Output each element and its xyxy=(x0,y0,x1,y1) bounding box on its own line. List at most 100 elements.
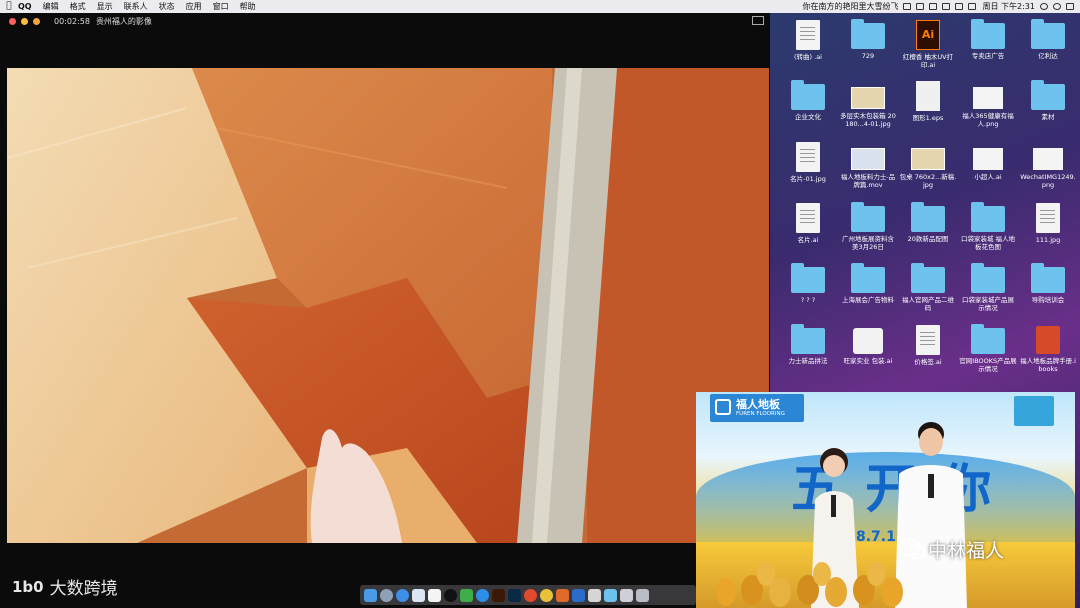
desktop-folder[interactable]: 20款新品配图 xyxy=(898,202,958,263)
wifi-icon[interactable] xyxy=(942,3,951,10)
photoshop-icon[interactable] xyxy=(508,588,521,602)
playback-time: 00:02:58 xyxy=(54,16,90,26)
video-frame[interactable] xyxy=(7,68,769,543)
brand-banner: 福人地板 FUREN FLOORING xyxy=(710,394,804,422)
desktop-file[interactable]: 小超人.ai xyxy=(958,141,1018,202)
desktop-folder[interactable]: 素材 xyxy=(1018,80,1078,141)
desktop-icon-grid: (转曲) .ai 729 Ai 红檀香 柚木UV打印.ai 专卖店广告 亿利达 企… xyxy=(778,19,1078,385)
folder-label: 力士新品拼法 xyxy=(788,357,828,365)
ibooks-file-icon xyxy=(1036,326,1060,354)
zoom-button[interactable] xyxy=(33,17,40,25)
desktop-file[interactable]: 名片-01.jpg xyxy=(778,141,838,202)
document-icon xyxy=(796,203,820,233)
desktop-folder[interactable]: 导购培训会 xyxy=(1018,263,1078,324)
menu-item-view[interactable]: 显示 xyxy=(97,0,113,13)
menu-item-edit[interactable]: 编辑 xyxy=(43,0,59,13)
qq-icon[interactable] xyxy=(444,588,457,602)
image-file-icon xyxy=(1033,148,1063,170)
desktop-folder[interactable]: 亿利达 xyxy=(1018,19,1078,80)
desktop-file[interactable]: 名片.ai xyxy=(778,202,838,263)
folder-icon xyxy=(851,19,885,49)
menu-item-help[interactable]: 帮助 xyxy=(240,0,256,13)
menu-item-qq[interactable]: QQ xyxy=(18,0,32,13)
desktop-file[interactable]: 福人365健康有福人.png xyxy=(958,80,1018,141)
desktop-folder[interactable]: 专卖店广告 xyxy=(958,19,1018,80)
watermark-text: 中林福人 xyxy=(928,536,1004,563)
file-label: 图形1.eps xyxy=(912,114,944,122)
illustrator-icon[interactable] xyxy=(492,588,505,602)
pages-icon[interactable] xyxy=(556,588,569,602)
eps-file-icon xyxy=(916,81,940,111)
menu-item-format[interactable]: 格式 xyxy=(70,0,86,13)
desktop-folder[interactable]: 上海展会广告物料 xyxy=(838,263,898,324)
menu-item-contacts[interactable]: 联系人 xyxy=(124,0,148,13)
finder-icon[interactable] xyxy=(364,588,377,602)
preview-icon[interactable] xyxy=(588,588,601,602)
desktop-folder[interactable]: 企业文化 xyxy=(778,80,838,141)
file-label: 名片-01.jpg xyxy=(790,175,826,183)
desktop-file[interactable]: 福人地板品牌手册.ibooks xyxy=(1018,324,1078,385)
desktop-folder[interactable]: 729 xyxy=(838,19,898,80)
safari-icon[interactable] xyxy=(396,588,409,602)
illustrator-file-icon: Ai xyxy=(916,20,940,50)
calendar-icon[interactable] xyxy=(428,588,441,602)
desktop-file[interactable]: 价格签.ai xyxy=(898,324,958,385)
picture-in-picture-icon[interactable] xyxy=(752,16,764,25)
brand-subtitle: FUREN FLOORING xyxy=(736,411,785,417)
file-label: 红檀香 柚木UV打印.ai xyxy=(902,53,954,69)
menu-item-status[interactable]: 状态 xyxy=(159,0,175,13)
weibo-icon[interactable] xyxy=(524,588,537,602)
folder-icon xyxy=(1031,19,1065,49)
keynote-file-icon xyxy=(853,328,883,354)
menubar-clock[interactable]: 周日 下午2:31 xyxy=(982,0,1035,13)
desktop-file[interactable]: (转曲) .ai xyxy=(778,19,838,80)
watermark-brand: 1b0 大数跨境 xyxy=(12,574,118,600)
watermark-label: 中林福人 xyxy=(928,540,1005,562)
folder-dock-icon[interactable] xyxy=(604,588,617,602)
desktop-folder[interactable]: ? ? ? xyxy=(778,263,838,324)
folder-icon xyxy=(1031,263,1065,293)
menu-list-icon[interactable] xyxy=(1066,3,1074,10)
desktop-folder[interactable]: 福人官网产品二维码 xyxy=(898,263,958,324)
desktop-folder[interactable]: 口袋家装城产品展示情况 xyxy=(958,263,1018,324)
desktop-file[interactable]: 111.jpg xyxy=(1018,202,1078,263)
desktop-folder[interactable]: 口袋家装城 福人地板花色图 xyxy=(958,202,1018,263)
desktop-folder[interactable]: 官网IBOOKS产品展示情况 xyxy=(958,324,1018,385)
file-label: WechatIMG1249.png xyxy=(1020,173,1076,189)
user-icon[interactable] xyxy=(1040,3,1048,10)
desktop-file[interactable]: WechatIMG1249.png xyxy=(1018,141,1078,202)
status-icon[interactable] xyxy=(903,3,912,10)
desktop-file[interactable]: 包桌 760x2...新稿.jpg xyxy=(898,141,958,202)
file-label: 福人地板品牌手册.ibooks xyxy=(1020,357,1076,373)
volume-icon[interactable] xyxy=(955,3,964,10)
desktop-folder[interactable]: 广州地板展资料含美3月26日 xyxy=(838,202,898,263)
status-icon[interactable] xyxy=(916,3,925,10)
launchpad-icon[interactable] xyxy=(380,588,393,602)
menu-item-apps[interactable]: 应用 xyxy=(186,0,202,13)
folder-label: 企业文化 xyxy=(795,113,821,121)
search-icon[interactable] xyxy=(1053,3,1061,10)
status-icon[interactable] xyxy=(929,3,938,10)
wechat-icon[interactable] xyxy=(460,588,473,602)
desktop-folder[interactable]: 力士新品拼法 xyxy=(778,324,838,385)
file-label: 小超人.ai xyxy=(974,173,1002,181)
battery-icon[interactable] xyxy=(968,3,977,10)
minimize-button[interactable] xyxy=(21,17,28,25)
app-store-icon[interactable] xyxy=(476,588,489,602)
desktop-file[interactable]: 多层实木包装箱 20180...4-01.jpg xyxy=(838,80,898,141)
mail-icon[interactable] xyxy=(412,588,425,602)
folder-icon xyxy=(791,263,825,293)
apple-icon[interactable]:  xyxy=(0,0,18,13)
trash-icon[interactable] xyxy=(636,588,649,602)
desktop-file[interactable]: 福人地板料力士-品牌篇.mov xyxy=(838,141,898,202)
downloads-icon[interactable] xyxy=(620,588,633,602)
chrome-icon[interactable] xyxy=(540,588,553,602)
desktop-file[interactable]: 旺家实业 包装.ai xyxy=(838,324,898,385)
keynote-icon[interactable] xyxy=(572,588,585,602)
desktop-file[interactable]: Ai 红檀香 柚木UV打印.ai xyxy=(898,19,958,80)
video-player-window: 00:02:58 贵州福人的影像 xyxy=(0,13,770,608)
live-stream-overlay[interactable]: 五 开 你 8.7.15 福人地板 FUREN FLOORING 中林福人 xyxy=(696,392,1075,608)
close-button[interactable] xyxy=(9,17,16,25)
desktop-file[interactable]: 图形1.eps xyxy=(898,80,958,141)
menu-item-window[interactable]: 窗口 xyxy=(213,0,229,13)
